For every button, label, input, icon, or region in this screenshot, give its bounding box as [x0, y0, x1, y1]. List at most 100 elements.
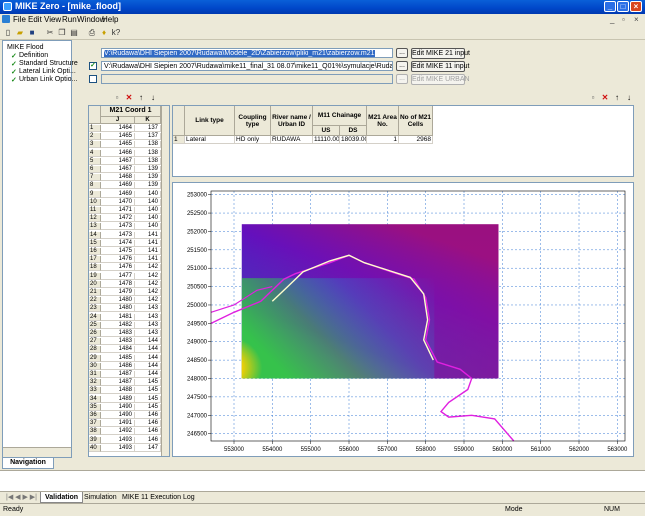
menu-help[interactable]: Help — [102, 15, 118, 24]
table-row[interactable]: 12 1472 140 — [89, 215, 169, 223]
table-row[interactable]: 26 1483 143 — [89, 330, 169, 337]
table-row[interactable]: 35 1490 145 — [89, 403, 169, 411]
table-row[interactable]: 28 1484 144 — [89, 346, 169, 354]
nav-item-definition[interactable]: Definition — [19, 52, 48, 59]
m11-checkbox[interactable]: ✓ — [89, 62, 97, 70]
cell-j[interactable]: 1467 — [101, 166, 135, 173]
cell-j[interactable]: 1481 — [101, 313, 135, 321]
table-row[interactable]: 5 1467 138 — [89, 157, 169, 165]
tab-navigation[interactable]: Navigation — [2, 458, 54, 469]
grid-vscrollbar[interactable] — [161, 106, 169, 456]
cell-k[interactable]: 143 — [135, 305, 161, 313]
table-row[interactable]: 25 1482 143 — [89, 321, 169, 329]
cell-k[interactable]: 144 — [135, 371, 161, 378]
cell-j[interactable]: 1492 — [101, 428, 135, 436]
cell-river-name[interactable]: RUDAWA — [271, 136, 313, 144]
grid-new-icon[interactable]: ▫ — [112, 93, 122, 103]
cell-j[interactable]: 1475 — [101, 248, 135, 255]
minimize-button[interactable]: _ — [604, 1, 616, 12]
table-row[interactable]: 8 1469 139 — [89, 182, 169, 190]
cell-j[interactable]: 1493 — [101, 436, 135, 444]
table-row[interactable]: 6 1467 139 — [89, 166, 169, 173]
table-row[interactable]: 3 1465 138 — [89, 141, 169, 149]
menu-edit[interactable]: Edit — [28, 15, 42, 24]
table-row[interactable]: 11 1471 140 — [89, 207, 169, 214]
table-row[interactable]: 15 1474 141 — [89, 239, 169, 247]
cell-k[interactable]: 141 — [135, 248, 161, 255]
table-row[interactable]: 7 1468 139 — [89, 174, 169, 182]
menu-run[interactable]: Run — [62, 15, 77, 24]
grid-delete-icon[interactable]: ✕ — [124, 93, 134, 103]
table-row[interactable]: 18 1476 142 — [89, 264, 169, 272]
table-row[interactable]: 4 1466 138 — [89, 149, 169, 157]
cell-k[interactable]: 144 — [135, 338, 161, 346]
menu-view[interactable]: View — [44, 15, 61, 24]
grid-down-icon[interactable]: ↓ — [148, 93, 158, 103]
grid2-new-icon[interactable]: ▫ — [588, 93, 598, 103]
cell-j[interactable]: 1477 — [101, 272, 135, 280]
cell-k[interactable]: 141 — [135, 256, 161, 264]
nav-item-standard-structure[interactable]: Standard Structure — [19, 60, 78, 67]
cell-j[interactable]: 1473 — [101, 231, 135, 239]
cell-k[interactable]: 143 — [135, 330, 161, 337]
map-svg[interactable]: 553000 554000 555000 556000 557000 558000 5590… — [173, 183, 633, 456]
cell-k[interactable]: 137 — [135, 125, 161, 132]
nav-item-lateral-link[interactable]: Lateral Link Opti... — [19, 68, 76, 75]
cell-j[interactable]: 1466 — [101, 149, 135, 157]
cell-k[interactable]: 142 — [135, 264, 161, 272]
nav-item-urban-link[interactable]: Urban Link Optio... — [19, 76, 77, 83]
cell-k[interactable]: 142 — [135, 272, 161, 280]
table-row[interactable]: 23 1480 143 — [89, 305, 169, 313]
cell-j[interactable]: 1472 — [101, 215, 135, 223]
cell-k[interactable]: 145 — [135, 387, 161, 395]
cell-j[interactable]: 1465 — [101, 133, 135, 141]
table-row[interactable]: 32 1487 145 — [89, 379, 169, 387]
table-row[interactable]: 37 1491 146 — [89, 420, 169, 428]
table-row[interactable]: 19 1477 142 — [89, 272, 169, 280]
cell-k[interactable]: 139 — [135, 166, 161, 173]
grid-up-icon[interactable]: ↑ — [136, 93, 146, 103]
cell-j[interactable]: 1474 — [101, 239, 135, 247]
m21-coord-grid[interactable]: M21 Coord 1 J K 1 1464 137 2 1465 137 3 1465 138… — [88, 105, 170, 457]
cell-j[interactable]: 1478 — [101, 280, 135, 288]
cell-j[interactable]: 1485 — [101, 354, 135, 362]
edit-mike11-button[interactable]: Edit MIKE 11 input — [411, 61, 469, 72]
tab-nav-arrows-icon[interactable]: |◀ ◀ ▶ ▶| — [2, 492, 41, 503]
cell-k[interactable]: 145 — [135, 395, 161, 403]
m21-path-field[interactable]: V:\Rudawa\DHI Siepien 2007\Rudawa\Modele… — [101, 48, 393, 58]
cell-j[interactable]: 1467 — [101, 157, 135, 165]
browse-m21-button[interactable]: ... — [396, 48, 408, 58]
m11-path-field[interactable]: V:\Rudawa\DHI Siepien 2007\Rudawa\mike11… — [101, 61, 393, 71]
cell-j[interactable]: 1476 — [101, 256, 135, 264]
cell-k[interactable]: 140 — [135, 198, 161, 206]
cell-j[interactable]: 1470 — [101, 198, 135, 206]
cell-area[interactable]: 1 — [367, 136, 399, 144]
table-row[interactable]: 30 1486 144 — [89, 362, 169, 370]
new-file-icon[interactable]: ▯ — [3, 28, 13, 38]
table-row[interactable]: 40 1493 147 — [89, 444, 169, 452]
cell-k[interactable]: 146 — [135, 436, 161, 444]
cell-k[interactable]: 144 — [135, 354, 161, 362]
tab-mike11-log[interactable]: MIKE 11 Execution Log — [118, 492, 199, 503]
cell-k[interactable]: 141 — [135, 231, 161, 239]
urban-checkbox[interactable] — [89, 75, 97, 83]
open-folder-icon[interactable]: ▰ — [15, 28, 25, 38]
cell-k[interactable]: 146 — [135, 428, 161, 436]
cell-k[interactable]: 140 — [135, 223, 161, 231]
cell-j[interactable]: 1482 — [101, 321, 135, 329]
table-row[interactable]: 14 1473 141 — [89, 231, 169, 239]
table-row[interactable]: 34 1489 145 — [89, 395, 169, 403]
table-row[interactable]: 1 1464 137 — [89, 125, 169, 132]
cell-j[interactable]: 1487 — [101, 371, 135, 378]
paste-icon[interactable]: ▤ — [69, 28, 79, 38]
cell-k[interactable]: 138 — [135, 141, 161, 149]
cell-k[interactable]: 144 — [135, 346, 161, 354]
cell-j[interactable]: 1488 — [101, 387, 135, 395]
cell-k[interactable]: 138 — [135, 149, 161, 157]
cell-k[interactable]: 145 — [135, 379, 161, 387]
copy-icon[interactable]: ❐ — [57, 28, 67, 38]
maximize-button[interactable]: □ — [617, 1, 629, 12]
grid2-delete-icon[interactable]: ✕ — [600, 93, 610, 103]
cell-link-type[interactable]: Lateral — [185, 136, 235, 144]
cell-k[interactable]: 142 — [135, 280, 161, 288]
